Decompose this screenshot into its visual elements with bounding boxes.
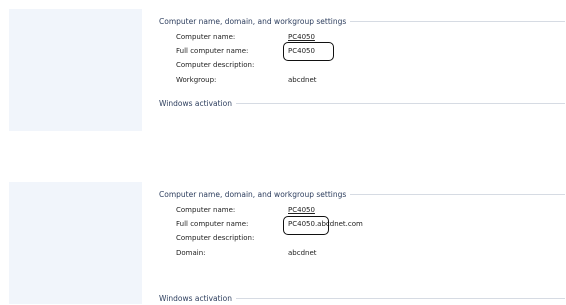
- workgroup-row: Workgroup: abcdnet: [176, 74, 317, 86]
- computer-name-value: PC4050: [288, 206, 315, 214]
- computer-name-row: Computer name: PC4050: [176, 31, 315, 43]
- section-header: Computer name, domain, and workgroup set…: [159, 15, 565, 27]
- full-computer-name-value: PC4050: [288, 47, 315, 55]
- full-computer-name-label: Full computer name:: [176, 220, 249, 228]
- section-divider: [350, 193, 565, 195]
- computer-name-row: Computer name: PC4050: [176, 204, 315, 216]
- computer-name-label: Computer name:: [176, 33, 236, 41]
- left-navigation-pane: [9, 182, 142, 304]
- activation-header: Windows activation: [159, 97, 565, 109]
- left-navigation-pane: [9, 9, 142, 131]
- computer-name-label: Computer name:: [176, 206, 236, 214]
- full-computer-name-domain-suffix: .abcdnet.com: [314, 220, 363, 228]
- computer-description-label: Computer description:: [176, 61, 255, 69]
- domain-row: Domain: abcdnet: [176, 247, 317, 259]
- section-title: Computer name, domain, and workgroup set…: [159, 189, 347, 199]
- activation-title: Windows activation: [159, 98, 233, 108]
- activation-divider: [236, 102, 565, 104]
- computer-description-row: Computer description:: [176, 232, 288, 244]
- activation-title: Windows activation: [159, 293, 233, 303]
- domain-value: abcdnet: [288, 249, 317, 257]
- section-divider: [350, 20, 565, 22]
- section-header: Computer name, domain, and workgroup set…: [159, 188, 565, 200]
- workgroup-label: Workgroup:: [176, 76, 217, 84]
- computer-description-row: Computer description:: [176, 59, 288, 71]
- section-title: Computer name, domain, and workgroup set…: [159, 16, 347, 26]
- system-properties-panel-after: Computer name, domain, and workgroup set…: [0, 182, 566, 304]
- domain-label: Domain:: [176, 249, 206, 257]
- full-computer-name-row: Full computer name: PC4050.abcdnet.com: [176, 218, 363, 230]
- computer-description-label: Computer description:: [176, 234, 255, 242]
- full-computer-name-value: PC4050.abcdnet.com: [288, 220, 363, 228]
- computer-name-value: PC4050: [288, 33, 315, 41]
- full-computer-name-row: Full computer name: PC4050: [176, 45, 315, 57]
- full-computer-name-host: PC4050: [288, 220, 315, 228]
- activation-header: Windows activation: [159, 292, 565, 304]
- system-properties-panel-before: Computer name, domain, and workgroup set…: [0, 9, 566, 131]
- screenshot-stage: Computer name, domain, and workgroup set…: [0, 0, 566, 305]
- full-computer-name-label: Full computer name:: [176, 47, 249, 55]
- workgroup-value: abcdnet: [288, 76, 317, 84]
- activation-divider: [236, 297, 565, 299]
